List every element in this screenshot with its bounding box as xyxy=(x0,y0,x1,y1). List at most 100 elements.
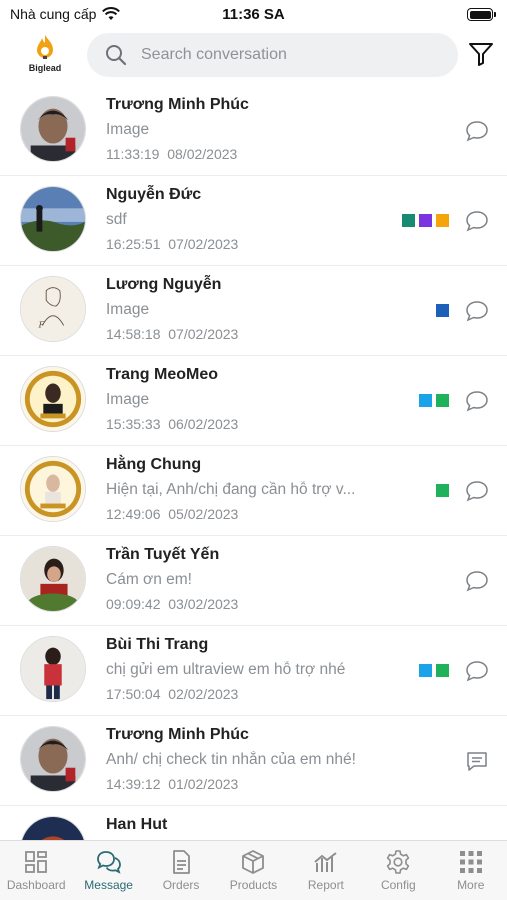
conversation-item[interactable]: F Lương Nguyễn Image 14:58:18 07/02/2023 xyxy=(0,266,507,356)
avatar xyxy=(20,816,86,840)
tag-badge xyxy=(419,394,432,407)
tab-message[interactable]: Message xyxy=(72,841,144,900)
logo-text: Biglead xyxy=(28,63,62,73)
header: Biglead xyxy=(0,30,507,86)
tag-badge xyxy=(436,214,449,227)
conversation-item[interactable]: Trần Tuyết Yến Cám ơn em! 09:09:42 03/02… xyxy=(0,536,507,626)
tag-badge xyxy=(419,214,432,227)
flame-logo-icon xyxy=(37,35,53,59)
tab-dashboard[interactable]: Dashboard xyxy=(0,841,72,900)
contact-name: Trần Tuyết Yến xyxy=(106,546,220,563)
message-preview: Cám ơn em! xyxy=(106,571,192,588)
message-time: 14:39:12 01/02/2023 xyxy=(106,776,239,792)
tab-label: Report xyxy=(307,878,344,892)
svg-text:F: F xyxy=(37,320,45,330)
tag-badge xyxy=(436,484,449,497)
contact-name: Trương Minh Phúc xyxy=(106,726,249,743)
battery-icon xyxy=(467,8,496,21)
tab-label: Orders xyxy=(162,878,200,892)
tab-orders[interactable]: Orders xyxy=(145,841,217,900)
tab-label: Products xyxy=(229,878,278,892)
tab-label: More xyxy=(457,878,485,892)
chat-bubble-icon[interactable] xyxy=(465,300,489,322)
tag-badge xyxy=(436,394,449,407)
message-preview: sdf xyxy=(106,211,127,228)
tab-products[interactable]: Products xyxy=(217,841,289,900)
contact-name: Bùi Thi Trang xyxy=(106,636,209,653)
avatar xyxy=(20,96,86,162)
avatar xyxy=(20,726,86,792)
avatar xyxy=(20,366,86,432)
tab-more[interactable]: More xyxy=(435,841,507,900)
message-preview: Anh/ chị check tin nhắn của em nhé! xyxy=(106,751,356,768)
conversation-item[interactable]: Han Hut xyxy=(0,806,507,840)
message-time: 12:49:06 05/02/2023 xyxy=(106,506,239,522)
contact-name: Nguyễn Đức xyxy=(106,186,202,203)
message-preview: Image xyxy=(106,391,150,408)
message-time: 11:33:19 08/02/2023 xyxy=(106,146,238,162)
tag-badge xyxy=(436,304,449,317)
config-icon xyxy=(387,850,410,874)
report-icon xyxy=(314,852,337,872)
contact-name: Trương Minh Phúc xyxy=(106,96,249,113)
contact-name: Han Hut xyxy=(106,816,168,833)
conversation-list[interactable]: Trương Minh Phúc Image 11:33:19 08/02/20… xyxy=(0,86,507,840)
status-bar: Nhà cung cấp 11:36 SA xyxy=(0,0,507,30)
conversation-item[interactable]: Nguyễn Đức sdf 16:25:51 07/02/2023 xyxy=(0,176,507,266)
chat-bubble-icon[interactable] xyxy=(465,480,489,502)
contact-name: Trang MeoMeo xyxy=(106,366,219,383)
contact-name: Hằng Chung xyxy=(106,456,202,473)
chat-bubble-icon[interactable] xyxy=(465,660,489,682)
tab-label: Config xyxy=(380,878,416,892)
products-icon xyxy=(242,850,265,874)
filter-icon xyxy=(469,43,493,66)
more-icon xyxy=(459,851,482,873)
message-preview: chị gửi em ultraview em hỗ trợ nhé xyxy=(106,661,346,678)
orders-icon xyxy=(173,850,190,874)
chat-bubble-icon[interactable] xyxy=(465,210,489,232)
tag-list xyxy=(436,484,449,497)
tag-badge xyxy=(436,664,449,677)
tab-report[interactable]: Report xyxy=(290,841,362,900)
tag-list xyxy=(419,664,449,677)
tab-label: Message xyxy=(84,878,133,892)
search-input[interactable] xyxy=(141,46,431,64)
contact-name: Lương Nguyễn xyxy=(106,276,222,293)
tag-badge xyxy=(419,664,432,677)
tag-badge xyxy=(402,214,415,227)
message-preview: Image xyxy=(106,301,150,318)
message-time: 15:35:33 06/02/2023 xyxy=(106,416,239,432)
filter-button[interactable] xyxy=(467,40,495,68)
chat-bubble-icon[interactable] xyxy=(465,570,489,592)
message-time: 16:25:51 07/02/2023 xyxy=(106,236,239,252)
chat-bubble-icon[interactable] xyxy=(465,390,489,412)
conversation-item[interactable]: Trang MeoMeo Image 15:35:33 06/02/2023 xyxy=(0,356,507,446)
tag-list xyxy=(419,394,449,407)
message-preview: Hiện tại, Anh/chị đang cần hỗ trợ v... xyxy=(106,481,356,498)
message-lines-icon[interactable] xyxy=(465,750,489,772)
conversation-item[interactable]: Trương Minh Phúc Image 11:33:19 08/02/20… xyxy=(0,86,507,176)
dashboard-icon xyxy=(25,851,48,873)
chat-bubble-icon[interactable] xyxy=(465,120,489,142)
message-time: 09:09:42 03/02/2023 xyxy=(106,596,239,612)
app-logo[interactable]: Biglead xyxy=(22,34,68,78)
clock: 11:36 SA xyxy=(222,6,285,23)
message-time: 17:50:04 02/02/2023 xyxy=(106,686,239,702)
avatar xyxy=(20,636,86,702)
conversation-item[interactable]: Bùi Thi Trang chị gửi em ultraview em hỗ… xyxy=(0,626,507,716)
avatar xyxy=(20,546,86,612)
message-time: 14:58:18 07/02/2023 xyxy=(106,326,239,342)
bottom-tab-bar: Dashboard Message Orders Products Report… xyxy=(0,840,507,900)
tab-config[interactable]: Config xyxy=(362,841,434,900)
avatar xyxy=(20,186,86,252)
tag-list xyxy=(436,304,449,317)
conversation-item[interactable]: Trương Minh Phúc Anh/ chị check tin nhắn… xyxy=(0,716,507,806)
search-box[interactable] xyxy=(87,33,458,77)
search-icon xyxy=(106,45,127,66)
tab-label: Dashboard xyxy=(6,878,66,892)
conversation-item[interactable]: Hằng Chung Hiện tại, Anh/chị đang cần hỗ… xyxy=(0,446,507,536)
message-icon xyxy=(96,851,121,874)
tag-list xyxy=(402,214,449,227)
avatar: F xyxy=(20,276,86,342)
avatar xyxy=(20,456,86,522)
